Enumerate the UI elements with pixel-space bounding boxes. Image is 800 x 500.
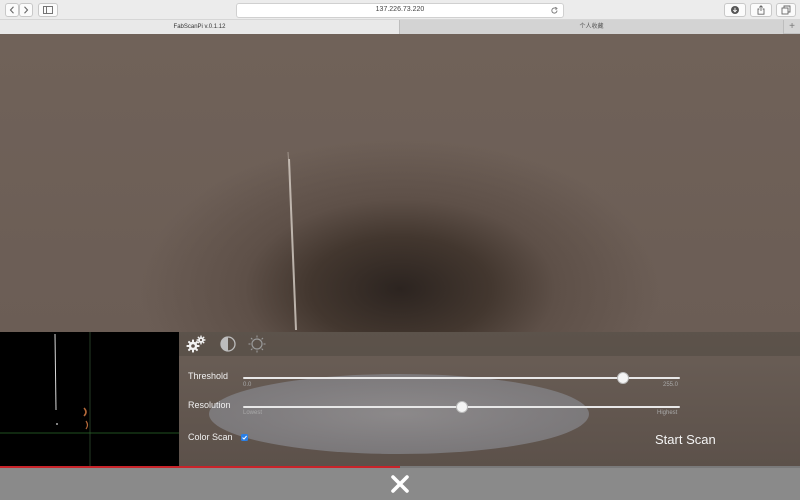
reload-icon[interactable] <box>550 6 559 15</box>
threshold-label: Threshold <box>188 371 229 381</box>
tabs-overview-button[interactable] <box>776 3 796 17</box>
brightness-icon[interactable] <box>247 334 269 354</box>
address-bar[interactable]: 137.226.73.220 <box>236 3 564 18</box>
tab-fabscanpi[interactable]: FabScanPi v.0.1.12 <box>0 20 400 34</box>
chevron-left-icon <box>9 6 14 14</box>
color-scan-checkbox[interactable] <box>241 434 248 441</box>
settings-panel: Threshold 0.0 255.0 Resolution Lowest Hi… <box>179 332 800 466</box>
tabs-overview-icon <box>781 5 791 15</box>
url-text: 137.226.73.220 <box>375 6 425 13</box>
settings-tabs <box>179 332 800 356</box>
bottom-bar <box>0 466 800 500</box>
resolution-max-label: Highest <box>657 410 678 416</box>
sidebar-icon <box>43 6 53 14</box>
turntable-platform <box>209 374 589 454</box>
checkmark-icon <box>242 435 247 440</box>
threshold-max-label: 255.0 <box>663 382 679 388</box>
close-button[interactable] <box>389 473 411 495</box>
camera-view <box>0 34 800 332</box>
back-button[interactable] <box>5 3 19 17</box>
sidebar-button[interactable] <box>38 3 58 17</box>
resolution-min-label: Lowest <box>243 410 263 416</box>
contrast-icon[interactable] <box>218 334 240 354</box>
download-button[interactable] <box>724 3 746 17</box>
tab-bar: FabScanPi v.0.1.12 个人收藏 + <box>0 20 800 34</box>
laser-line <box>287 151 297 331</box>
scan-progress-bar <box>0 466 800 468</box>
plus-icon[interactable]: + <box>784 20 800 34</box>
gears-icon[interactable] <box>185 334 207 354</box>
share-button[interactable] <box>750 3 772 17</box>
close-icon <box>391 475 409 493</box>
resolution-slider-thumb[interactable] <box>455 401 468 413</box>
scan-progress-fill <box>0 466 400 468</box>
tab-favorites[interactable]: 个人收藏 <box>400 20 784 34</box>
browser-toolbar: 137.226.73.220 <box>0 0 800 20</box>
share-icon <box>757 5 765 15</box>
color-scan-label: Color Scan <box>188 432 233 442</box>
chevron-right-icon <box>24 6 29 14</box>
download-icon <box>731 6 739 14</box>
start-scan-button[interactable]: Start Scan <box>655 432 716 447</box>
threshold-min-label: 0.0 <box>243 382 252 388</box>
resolution-label: Resolution <box>188 400 231 410</box>
threshold-slider[interactable] <box>243 377 680 379</box>
preview-image <box>0 332 179 466</box>
laser-preview <box>0 332 179 466</box>
forward-button[interactable] <box>19 3 33 17</box>
threshold-slider-thumb[interactable] <box>617 372 630 384</box>
